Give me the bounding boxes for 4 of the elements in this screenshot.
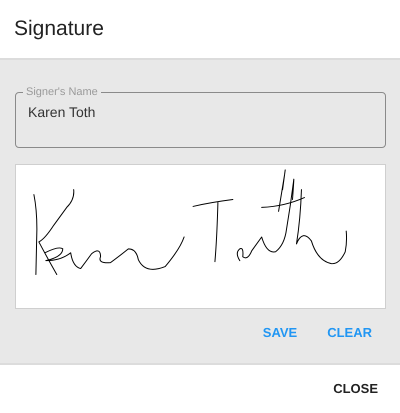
dialog-title: Signature xyxy=(14,17,104,41)
text-button[interactable]: CLOSE xyxy=(325,375,386,402)
name-input-field[interactable]: Karen Toth xyxy=(28,104,358,120)
field-label: Signer's Name xyxy=(25,86,99,98)
